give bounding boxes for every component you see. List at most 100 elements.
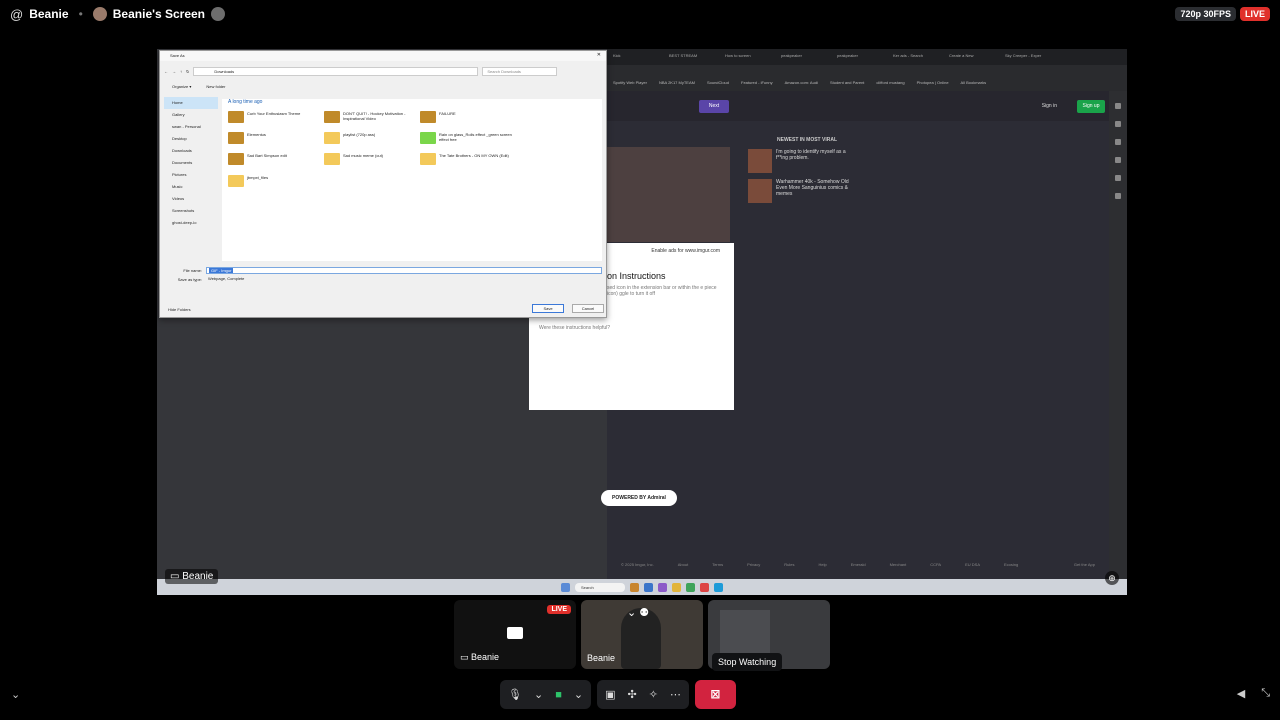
nav-item-folder[interactable]: ghost-deep-lo	[164, 217, 218, 229]
bookmark[interactable]: clifford mustang	[876, 80, 904, 85]
new-folder-button[interactable]: New folder	[206, 84, 225, 89]
browser-tab[interactable]: Create a New	[949, 53, 999, 61]
refresh-icon[interactable]: ↻	[186, 69, 189, 74]
more-icon[interactable]: ⋯	[670, 688, 681, 701]
sidebar-icon[interactable]	[1115, 121, 1121, 127]
save-type-select[interactable]: Webpage, Complete	[206, 276, 602, 283]
mic-options-chevron-icon[interactable]: ⌄	[534, 688, 543, 701]
browser-tab[interactable]: peakpeaker	[781, 53, 831, 61]
sign-in-link[interactable]: Sign in	[1042, 103, 1057, 109]
get-app-link[interactable]: Get the App	[1074, 562, 1095, 567]
next-button[interactable]: Next	[699, 100, 729, 113]
browser-tab[interactable]: Sky Creeper - Exper	[1005, 53, 1055, 61]
sidebar-icon[interactable]	[1115, 157, 1121, 163]
stop-watching-button[interactable]: ⊠	[694, 680, 736, 709]
file-name-input[interactable]: GIF - Imgur	[206, 267, 602, 274]
footer-link[interactable]: EU DSA	[965, 562, 980, 567]
nav-item-home[interactable]: Home	[164, 97, 218, 109]
close-icon[interactable]: ✕	[597, 52, 601, 58]
taskbar-app-icon[interactable]	[672, 582, 681, 592]
participant-tile-screen[interactable]: LIVE ▭ Beanie	[454, 600, 576, 669]
footer-link[interactable]: Emerald	[851, 562, 866, 567]
browser-tab[interactable]: Kick	[613, 53, 663, 61]
file-item[interactable]: The Tate Brothers - ON MY OWN (Edit)	[420, 153, 512, 165]
forward-icon[interactable]: →	[172, 69, 176, 74]
browser-tab[interactable]: How to screen	[725, 53, 775, 61]
viewer-avatar[interactable]	[211, 7, 226, 21]
footer-link[interactable]: Privacy	[747, 562, 760, 567]
nav-item-personal[interactable]: swan - Personal	[164, 121, 218, 133]
bookmark[interactable]: All Bookmarks	[961, 80, 987, 85]
participant-tile-camera[interactable]: ⌄ ⚉ Beanie	[581, 600, 703, 669]
collapse-chevron-icon[interactable]: ⌄	[11, 688, 20, 701]
nav-item-pictures[interactable]: Pictures	[164, 169, 218, 181]
post-video[interactable]	[607, 147, 730, 242]
footer-link[interactable]: CCPA	[930, 562, 941, 567]
nav-item-screenshots[interactable]: Screenshots	[164, 205, 218, 217]
file-group-header[interactable]: A long time ago	[228, 99, 262, 105]
bookmark[interactable]: Amazon.com: Audi	[785, 80, 818, 85]
sidebar-icon[interactable]	[1115, 175, 1121, 181]
footer-link[interactable]: Ecosing	[1004, 562, 1018, 567]
file-item[interactable]: Curb Your Enthusiasm Theme	[228, 111, 320, 123]
footer-link[interactable]: Help	[818, 562, 826, 567]
save-button[interactable]: Save	[532, 304, 564, 313]
footer-link[interactable]: © 2025 Imgur, Inc.	[621, 562, 654, 567]
file-item[interactable]: playlist (720p ass)	[324, 132, 416, 144]
windows-start-icon[interactable]	[561, 582, 570, 592]
bookmark[interactable]: Student and Parent	[830, 80, 864, 85]
file-item[interactable]: Rain on glass_Rolls effect _green screen…	[420, 132, 512, 144]
path-bar[interactable]: Downloads	[193, 67, 479, 76]
sidebar-icon[interactable]	[1115, 139, 1121, 145]
sidebar-icon[interactable]	[1115, 103, 1121, 109]
admiral-badge[interactable]: POWERED BY Admiral	[601, 490, 677, 506]
taskbar-app-icon[interactable]	[630, 582, 639, 592]
taskbar-app-icon[interactable]	[658, 582, 667, 592]
footer-link[interactable]: Rules	[784, 562, 794, 567]
dialog-search-input[interactable]: Search Downloads	[482, 67, 558, 76]
microphone-icon[interactable]: 🎙	[508, 688, 522, 701]
sidebar-icon[interactable]	[1115, 193, 1121, 199]
viral-item[interactable]: Warhammer 40k - Somehow Old Even More Sa…	[748, 179, 858, 203]
nav-item-downloads[interactable]: Downloads	[164, 145, 218, 157]
nav-item-documents[interactable]: Documents	[164, 157, 218, 169]
bookmark[interactable]: Photopea | Online	[917, 80, 949, 85]
bookmark[interactable]: NBA 2K17 MyTEAM	[659, 80, 695, 85]
taskbar-search[interactable]: Search	[575, 582, 625, 592]
file-item[interactable]: jbmpxt_files	[228, 175, 320, 187]
viral-item[interactable]: I'm going to identify myself as a f**ing…	[748, 149, 858, 173]
browser-tab[interactable]: Ker ads - Search	[893, 53, 943, 61]
footer-link[interactable]: About	[678, 562, 688, 567]
cancel-button[interactable]: Cancel	[572, 304, 604, 313]
activities-icon[interactable]: ✣	[627, 688, 636, 701]
taskbar-app-icon[interactable]	[686, 582, 695, 592]
footer-link[interactable]: Merchant	[890, 562, 907, 567]
screen-share-icon[interactable]: ▣	[605, 688, 615, 701]
hide-folders-toggle[interactable]: Hide Folders	[168, 307, 191, 312]
taskbar-app-icon[interactable]	[714, 582, 723, 592]
back-icon[interactable]: ←	[164, 69, 168, 74]
up-icon[interactable]: ↑	[180, 69, 182, 74]
nav-item-music[interactable]: Music	[164, 181, 218, 193]
browser-tab[interactable]: peakpeaker	[837, 53, 887, 61]
taskbar-app-icon[interactable]	[644, 582, 653, 592]
soundboard-icon[interactable]: ✧	[649, 688, 658, 701]
bookmark[interactable]: Spotify Web Player	[613, 80, 647, 85]
file-item[interactable]: Sad music meme (cut)	[324, 153, 416, 165]
nav-item-desktop[interactable]: Desktop	[164, 133, 218, 145]
sign-up-button[interactable]: Sign up	[1077, 100, 1105, 113]
footer-link[interactable]: Terms	[712, 562, 723, 567]
organize-button[interactable]: Organize ▾	[172, 84, 191, 89]
nav-item-gallery[interactable]: Gallery	[164, 109, 218, 121]
exit-fullscreen-icon[interactable]: ⤡	[1261, 687, 1270, 700]
file-item[interactable]: Sad Bart Simpson edit	[228, 153, 320, 165]
file-item[interactable]: Elementus	[228, 132, 320, 144]
zoom-icon[interactable]: ⊕	[1105, 571, 1119, 585]
nav-item-videos[interactable]: Videos	[164, 193, 218, 205]
browser-tab[interactable]: BEST STREAM	[669, 53, 719, 61]
file-item[interactable]: DON'T QUIT! - Hockey Motivation - Inspir…	[324, 111, 416, 123]
bookmark[interactable]: Featured - iFunny	[741, 80, 773, 85]
bookmark[interactable]: SoundCloud	[707, 80, 729, 85]
camera-icon[interactable]: ■	[555, 689, 562, 701]
camera-options-chevron-icon[interactable]: ⌄	[574, 688, 583, 701]
